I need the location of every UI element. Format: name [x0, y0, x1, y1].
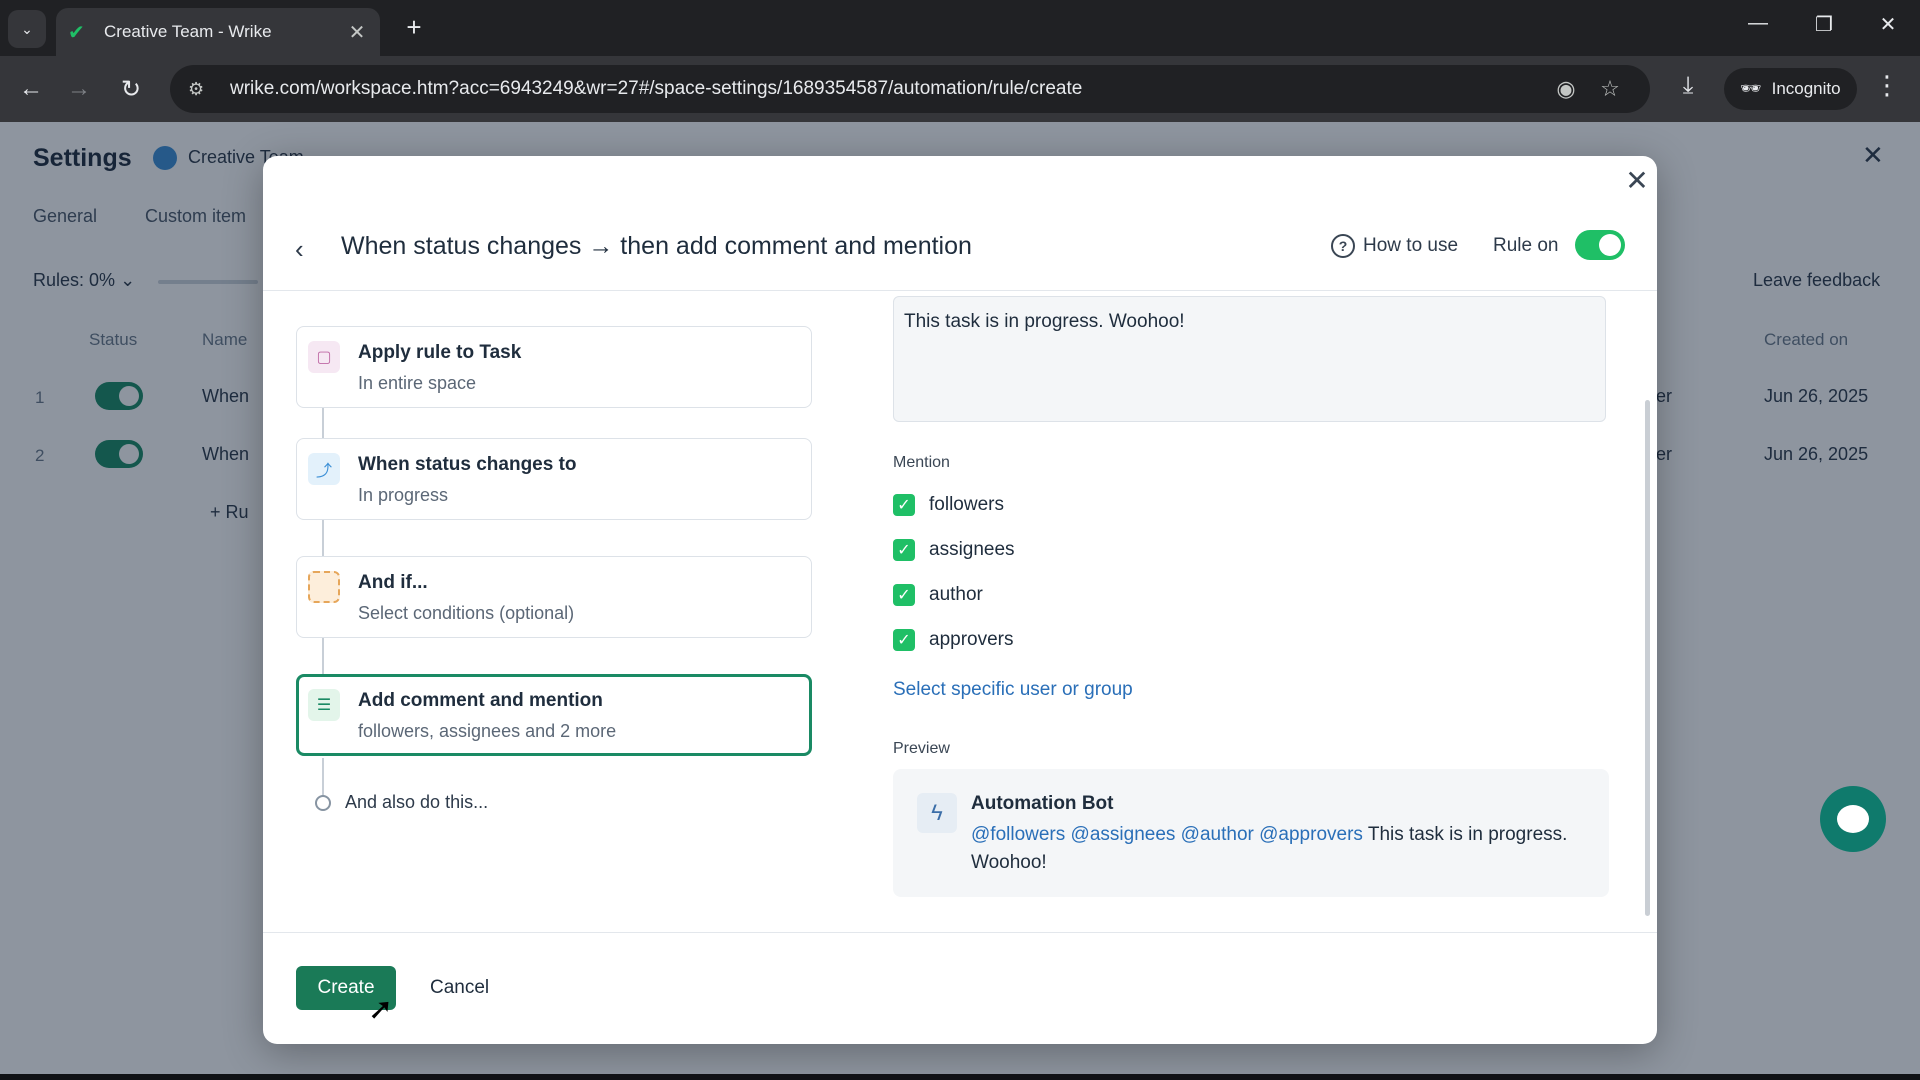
comment-textarea[interactable]: This task is in progress. Woohoo!	[893, 296, 1606, 422]
incognito-label: Incognito	[1771, 79, 1841, 98]
bookmark-star-icon[interactable]: ☆	[1588, 76, 1632, 102]
wrike-checkmark-icon: ✔	[68, 21, 85, 44]
step-subtitle: In progress	[358, 485, 449, 505]
step-subtitle: In entire space	[358, 373, 477, 393]
step-subtitle: followers, assignees and 2 more	[358, 721, 617, 741]
address-bar[interactable]: ⚙ wrike.com/workspace.htm?acc=6943249&wr…	[170, 65, 1650, 113]
mention-option-label: approvers	[929, 629, 1014, 650]
mention-approvers-checkbox[interactable]: ✓ approvers	[893, 629, 1014, 651]
rule-on-label: Rule on	[1493, 235, 1559, 256]
browser-menu-icon[interactable]: ⋮	[1872, 70, 1902, 101]
close-tab-icon[interactable]: ✕	[346, 20, 368, 45]
mention-tag: @approvers	[1259, 824, 1363, 845]
mention-label: Mention	[893, 454, 950, 471]
browser-toolbar: ← → ↻ ⚙ wrike.com/workspace.htm?acc=6943…	[0, 56, 1920, 122]
help-icon: ?	[1331, 234, 1355, 258]
mention-option-label: assignees	[929, 539, 1015, 560]
checkmark-icon: ✓	[893, 494, 915, 516]
lightning-bolt-icon: ϟ	[917, 793, 957, 833]
mouse-pointer-icon: ➚	[368, 993, 394, 1026]
taskbar-edge	[0, 1074, 1920, 1080]
task-icon: ▢	[308, 341, 340, 373]
add-another-action[interactable]: And also do this...	[315, 792, 488, 813]
cancel-button[interactable]: Cancel	[418, 966, 501, 1010]
step-title: Apply rule to Task	[358, 342, 522, 363]
eye-off-icon[interactable]: ◉	[1544, 76, 1588, 102]
incognito-icon: 🕶	[1740, 79, 1762, 98]
step-add-comment[interactable]: ☰ Add comment and mention followers, ass…	[296, 674, 812, 756]
select-specific-user-link[interactable]: Select specific user or group	[893, 679, 1133, 701]
mention-option-label: author	[929, 584, 983, 605]
download-icon[interactable]: ⤓	[1670, 72, 1706, 100]
panel-scrollbar[interactable]	[1645, 400, 1650, 916]
chat-support-button[interactable]	[1820, 786, 1886, 852]
incognito-badge[interactable]: 🕶 Incognito	[1724, 68, 1857, 110]
step-title: When status changes to	[358, 454, 577, 475]
new-tab-plus-icon[interactable]: +	[398, 12, 430, 43]
tab-search-chevron-icon[interactable]: ⌄	[8, 10, 46, 48]
how-to-use-label: How to use	[1363, 235, 1459, 256]
mention-author-checkbox[interactable]: ✓ author	[893, 584, 983, 606]
checkmark-icon: ✓	[893, 539, 915, 561]
rule-on-toggle[interactable]	[1575, 230, 1625, 260]
step-title: Add comment and mention	[358, 690, 603, 711]
minimize-icon[interactable]: —	[1738, 12, 1778, 35]
automation-rule-modal: ✕ ‹ When status changes → then add comme…	[263, 156, 1657, 1044]
window-close-icon[interactable]: ✕	[1868, 12, 1908, 37]
also-do-label: And also do this...	[345, 792, 489, 812]
step-conditions[interactable]: And if... Select conditions (optional)	[296, 556, 812, 638]
bot-name: Automation Bot	[971, 793, 1114, 814]
circle-icon	[315, 794, 331, 811]
step-title: And if...	[358, 572, 428, 593]
preview-message: @followers @assignees @author @approvers…	[971, 821, 1581, 877]
checkmark-icon: ✓	[893, 584, 915, 606]
step-status-trigger[interactable]: ⤴ When status changes to In progress	[296, 438, 812, 520]
header-divider	[263, 290, 1657, 291]
tab-title: Creative Team - Wrike	[104, 22, 272, 41]
mention-tag: @assignees	[1070, 824, 1176, 845]
step-subtitle: Select conditions (optional)	[358, 603, 575, 623]
footer-divider	[263, 932, 1657, 933]
mention-option-label: followers	[929, 494, 1004, 515]
browser-tabstrip: ⌄ ✔ Creative Team - Wrike ✕ + — ❐ ✕	[0, 0, 1920, 56]
checkmark-icon: ✓	[893, 629, 915, 651]
back-arrow-icon[interactable]: ←	[14, 72, 48, 106]
reload-icon[interactable]: ↻	[114, 72, 148, 106]
mention-assignees-checkbox[interactable]: ✓ assignees	[893, 539, 1015, 561]
modal-close-icon[interactable]: ✕	[1621, 164, 1653, 197]
chat-icon	[1837, 805, 1869, 833]
restore-icon[interactable]: ❐	[1804, 12, 1844, 37]
status-change-icon: ⤴	[308, 453, 340, 485]
forward-arrow-icon[interactable]: →	[62, 72, 96, 106]
url-text[interactable]: wrike.com/workspace.htm?acc=6943249&wr=2…	[230, 78, 1544, 100]
comment-preview: ϟ Automation Bot @followers @assignees @…	[893, 769, 1609, 897]
browser-tab[interactable]: ✔ Creative Team - Wrike ✕	[56, 8, 380, 56]
step-connector	[322, 758, 324, 796]
back-chevron-icon[interactable]: ‹	[295, 234, 304, 265]
step-apply-rule[interactable]: ▢ Apply rule to Task In entire space	[296, 326, 812, 408]
site-settings-icon[interactable]: ⚙	[188, 79, 216, 100]
rule-title: When status changes → then add comment a…	[341, 232, 972, 260]
comment-icon: ☰	[308, 689, 340, 721]
preview-label: Preview	[893, 740, 950, 757]
mention-followers-checkbox[interactable]: ✓ followers	[893, 494, 1004, 516]
mention-tag: @author	[1180, 824, 1254, 845]
how-to-use-link[interactable]: ? How to use	[1331, 234, 1458, 258]
condition-icon	[308, 571, 340, 603]
mention-tag: @followers	[971, 824, 1066, 845]
